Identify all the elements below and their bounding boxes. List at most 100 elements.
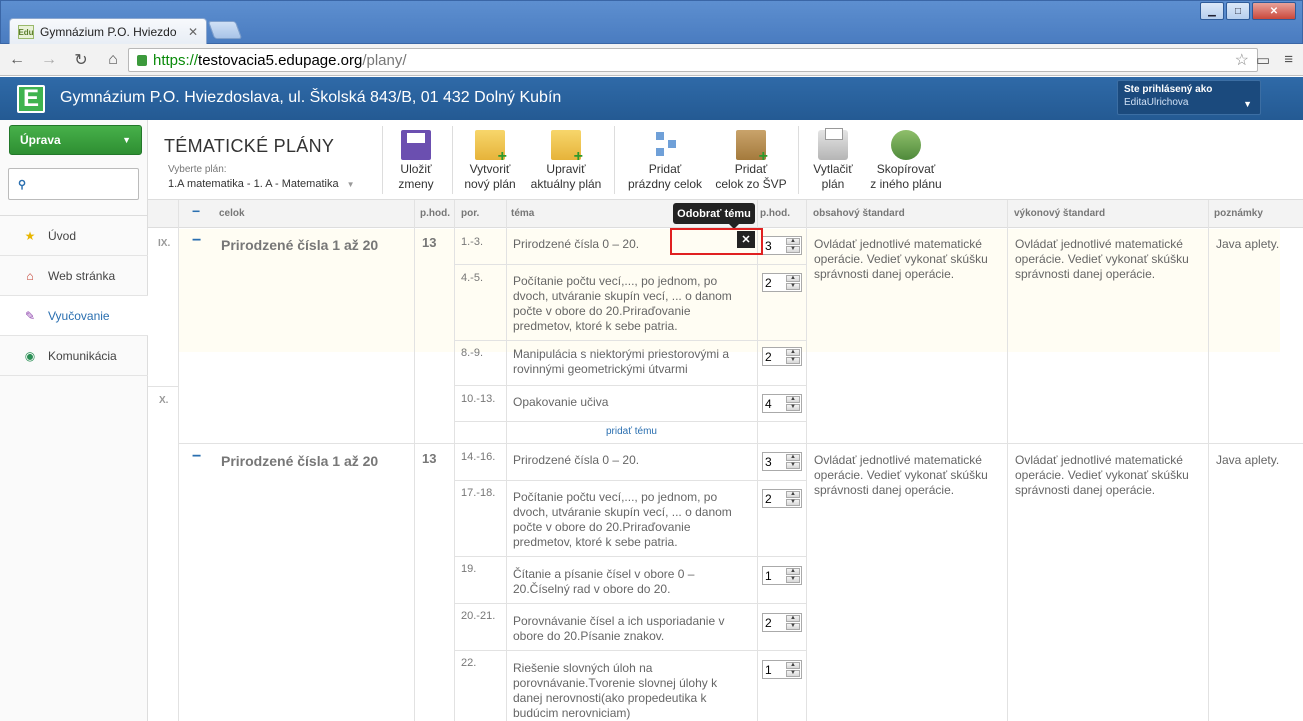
topic-hours-stepper[interactable]: 1 ▲ ▼ bbox=[762, 660, 802, 679]
user-menu[interactable]: Ste prihlásený ako EditaUlrichova ▼ bbox=[1117, 80, 1261, 115]
arrow-up-icon[interactable]: ▲ bbox=[786, 615, 800, 622]
topic-hours-stepper[interactable]: 2 ▲ ▼ bbox=[762, 489, 802, 508]
add-empty-unit-line1: Pridať bbox=[648, 162, 682, 176]
plan-select-label: Vyberte plán: bbox=[168, 164, 227, 175]
topic-hours-stepper[interactable]: 2 ▲ ▼ bbox=[762, 273, 802, 292]
collapse-all-icon[interactable]: − bbox=[192, 203, 200, 219]
grid-line bbox=[454, 200, 455, 721]
copy-plan-button[interactable]: Skopírovať z iného plánu bbox=[866, 130, 946, 192]
printer-icon bbox=[818, 128, 848, 160]
arrow-up-icon[interactable]: ▲ bbox=[786, 396, 800, 403]
maximize-icon[interactable]: □ bbox=[1226, 2, 1250, 20]
sidebar-item-vyucovanie[interactable]: ✎ Vyučovanie bbox=[0, 296, 148, 336]
close-icon[interactable]: ✕ bbox=[1252, 2, 1296, 20]
sidebar-search-input[interactable] bbox=[8, 168, 139, 200]
arrow-down-icon[interactable]: ▼ bbox=[786, 623, 800, 630]
topic-hours-stepper[interactable]: 4 ▲ ▼ bbox=[762, 394, 802, 413]
topic-hours-stepper[interactable]: 3 ▲ ▼ bbox=[762, 236, 802, 255]
stepper-arrows[interactable]: ▲ ▼ bbox=[786, 662, 800, 677]
collapse-unit-icon[interactable]: − bbox=[192, 232, 201, 250]
stepper-arrows[interactable]: ▲ ▼ bbox=[786, 349, 800, 364]
reload-icon[interactable]: ↻ bbox=[72, 50, 90, 70]
print-plan-button[interactable]: Vytlačiť plán bbox=[808, 128, 858, 192]
print-plan-line2: plán bbox=[821, 177, 845, 191]
back-arrow-icon[interactable]: ← bbox=[8, 51, 26, 69]
minimize-icon[interactable]: ▁ bbox=[1200, 2, 1224, 20]
menu-icon[interactable]: ≡ bbox=[1284, 51, 1293, 69]
arrow-down-icon[interactable]: ▼ bbox=[786, 357, 800, 364]
topic-order: 14.-16. bbox=[461, 451, 496, 463]
arrow-up-icon[interactable]: ▲ bbox=[786, 491, 800, 498]
unit-name[interactable]: Prirodzené čísla 1 až 20 bbox=[221, 237, 378, 253]
edit-dropdown-button[interactable]: Úprava ▼ bbox=[9, 125, 142, 155]
arrow-up-icon[interactable]: ▲ bbox=[786, 238, 800, 245]
arrow-down-icon[interactable]: ▼ bbox=[786, 462, 800, 469]
edit-plan-button[interactable]: Upraviť aktuálny plán bbox=[528, 130, 604, 192]
create-plan-line2: nový plán bbox=[464, 177, 516, 191]
topic-hours-stepper[interactable]: 2 ▲ ▼ bbox=[762, 613, 802, 632]
address-bar[interactable]: https://testovacia5.edupage.org/plany/ ☆ bbox=[128, 48, 1258, 72]
sidebar-item-label: Vyučovanie bbox=[48, 308, 110, 323]
arrow-down-icon[interactable]: ▼ bbox=[786, 670, 800, 677]
grid-line bbox=[178, 200, 179, 721]
arrow-up-icon[interactable]: ▲ bbox=[786, 662, 800, 669]
topic-text[interactable]: Prirodzené čísla 0 – 20. bbox=[513, 453, 743, 468]
unit-name[interactable]: Prirodzené čísla 1 až 20 bbox=[221, 453, 378, 469]
create-plan-button[interactable]: Vytvoriť nový plán bbox=[460, 130, 520, 192]
add-svp-unit-button[interactable]: Pridať celok zo ŠVP bbox=[712, 130, 790, 192]
remove-topic-icon[interactable]: ✕ bbox=[737, 231, 755, 248]
topic-text[interactable]: Opakovanie učiva bbox=[513, 395, 743, 410]
sidebar-item-uvod[interactable]: ★ Úvod bbox=[0, 216, 148, 256]
arrow-down-icon[interactable]: ▼ bbox=[786, 499, 800, 506]
forward-arrow-icon[interactable]: → bbox=[40, 51, 58, 69]
bookmark-star-icon[interactable]: ☆ bbox=[1235, 50, 1249, 70]
home-icon[interactable]: ⌂ bbox=[104, 51, 122, 69]
topic-text[interactable]: Manipulácia s niektorými priestorovými a… bbox=[513, 347, 743, 377]
topic-order: 22. bbox=[461, 657, 477, 669]
header-phod: p.hod. bbox=[420, 208, 450, 219]
screen-capture-icon[interactable]: ▭ bbox=[1256, 51, 1270, 69]
arrow-up-icon[interactable]: ▲ bbox=[786, 454, 800, 461]
topic-hours-stepper[interactable]: 1 ▲ ▼ bbox=[762, 566, 802, 585]
topic-text[interactable]: Čítanie a písanie čísel v obore 0 – 20.Č… bbox=[513, 567, 743, 597]
new-tab-button[interactable] bbox=[207, 21, 243, 39]
arrow-down-icon[interactable]: ▼ bbox=[786, 404, 800, 411]
grid-line bbox=[454, 264, 806, 265]
arrow-up-icon[interactable]: ▲ bbox=[786, 568, 800, 575]
stepper-arrows[interactable]: ▲ ▼ bbox=[786, 275, 800, 290]
arrow-down-icon[interactable]: ▼ bbox=[786, 283, 800, 290]
topic-order: 10.-13. bbox=[461, 393, 496, 405]
stepper-arrows[interactable]: ▲ ▼ bbox=[786, 454, 800, 469]
topic-text[interactable]: Porovnávanie čísel a ich usporiadanie v … bbox=[513, 614, 743, 644]
stepper-arrows[interactable]: ▲ ▼ bbox=[786, 238, 800, 253]
arrow-up-icon[interactable]: ▲ bbox=[786, 349, 800, 356]
plan-select[interactable]: 1.A matematika - 1. A - Matematika ▼ bbox=[168, 178, 355, 190]
tab-close-icon[interactable]: ✕ bbox=[188, 25, 198, 39]
sidebar-item-web[interactable]: ⌂ Web stránka bbox=[0, 256, 148, 296]
stepper-arrows[interactable]: ▲ ▼ bbox=[786, 491, 800, 506]
add-empty-unit-button[interactable]: Pridať prázdny celok bbox=[624, 130, 706, 192]
topic-text[interactable]: Počítanie počtu vecí,..., po jednom, po … bbox=[513, 490, 743, 550]
edupage-logo[interactable]: E bbox=[17, 85, 45, 113]
stepper-value: 2 bbox=[765, 615, 772, 630]
arrow-down-icon[interactable]: ▼ bbox=[786, 576, 800, 583]
arrow-up-icon[interactable]: ▲ bbox=[786, 275, 800, 282]
box-add-icon bbox=[736, 130, 768, 164]
topic-text[interactable]: Riešenie slovných úloh na porovnávanie.T… bbox=[513, 661, 743, 721]
topic-hours-stepper[interactable]: 3 ▲ ▼ bbox=[762, 452, 802, 471]
topic-text[interactable]: Počítanie počtu vecí,..., po jednom, po … bbox=[513, 274, 743, 334]
save-changes-line1: Uložiť bbox=[400, 162, 432, 176]
topic-hours-stepper[interactable]: 2 ▲ ▼ bbox=[762, 347, 802, 366]
stepper-arrows[interactable]: ▲ ▼ bbox=[786, 396, 800, 411]
arrow-down-icon[interactable]: ▼ bbox=[786, 246, 800, 253]
star-icon: ★ bbox=[24, 228, 36, 243]
collapse-unit-icon[interactable]: − bbox=[192, 448, 201, 466]
stepper-arrows[interactable]: ▲ ▼ bbox=[786, 568, 800, 583]
add-topic-link[interactable]: pridať tému bbox=[506, 426, 757, 437]
pen-icon: ✎ bbox=[24, 308, 36, 323]
content-standard: Ovládať jednotlivé matematické operácie.… bbox=[814, 453, 988, 497]
sidebar-item-komunikacia[interactable]: ◉ Komunikácia bbox=[0, 336, 148, 376]
browser-tab[interactable]: Edu Gymnázium P.O. Hviezdo ✕ bbox=[9, 18, 207, 45]
save-changes-button[interactable]: Uložiť zmeny bbox=[394, 130, 438, 192]
stepper-arrows[interactable]: ▲ ▼ bbox=[786, 615, 800, 630]
